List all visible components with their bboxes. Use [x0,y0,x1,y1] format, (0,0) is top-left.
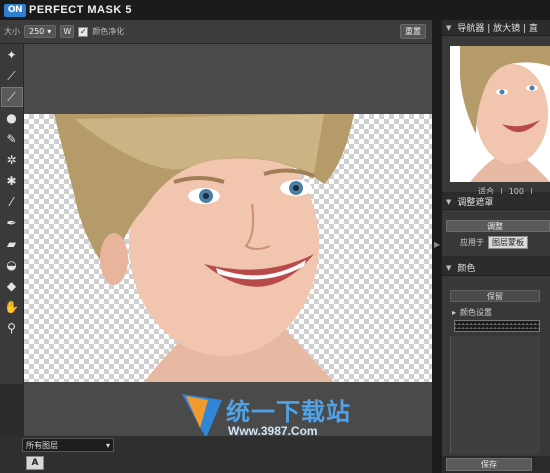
magic-brush-icon: ✦ [6,48,17,62]
eraser-icon: ▰ [6,237,17,251]
apply-to-row: 应用于 图层蒙板 [442,235,550,249]
bucket-tool[interactable]: ✲ [1,150,23,170]
app-title: PERFECT MASK 5 [29,4,132,16]
width-button[interactable]: W [60,25,75,38]
size-label: 大小 [4,27,20,36]
chisel-brush-tool[interactable]: ✎ [1,129,23,149]
color-list-area [450,336,540,454]
apply-to-label: 应用于 [460,237,484,247]
navigator-tabs[interactable]: 导航器 | 放大镜 | 直 [457,21,538,34]
bottom-bar: 所有图层 ▾ A [0,436,432,473]
pen-tool[interactable]: ✒ [1,213,23,233]
image-canvas[interactable] [24,44,432,436]
chevron-down-icon: ▾ [47,27,52,36]
app-logo: ON [4,3,26,17]
color-swatch[interactable] [454,320,540,332]
layer-select-value: 所有图层 [26,440,58,450]
navigator-panel: ▼ 导航器 | 放大镜 | 直 适合 | 100 | [442,20,550,196]
adjust-mask-title: 调整遮罩 [457,198,494,208]
watermark: 统一下载站 Www.3987.Com [180,390,360,442]
blur-tool[interactable]: ◒ [1,255,23,275]
keep-column-header: 保留 [450,290,540,302]
zoom-icon: ⚲ [7,321,16,335]
mask-brush-tool[interactable]: ● [1,108,23,128]
adjust-mask-header[interactable]: ▼ 调整遮罩 [442,194,550,210]
fill-icon: ◆ [6,279,17,293]
watermark-logo [182,394,222,438]
chisel-tool[interactable]: ✱ [1,171,23,191]
keep-brush-tool[interactable]: ⟋ [1,66,23,86]
expand-triangle-icon: ▸ [452,307,457,317]
clean-color-checkbox[interactable]: ✓ [78,26,89,37]
pen-icon: ✒ [6,216,17,230]
color-title: 颜色 [457,264,476,274]
chisel-icon: ✱ [6,174,17,188]
magic-brush-tool[interactable]: ✦ [1,45,23,65]
save-button[interactable]: 保存 [446,458,532,471]
apply-to-select[interactable]: 图层蒙板 [488,235,528,249]
drop-brush-tool[interactable]: ⟋ [0,87,23,107]
watermark-text: 统一下载站 [226,398,351,426]
mask-brush-icon: ● [6,111,17,125]
collapse-arrow-icon[interactable]: ▶ [434,240,440,249]
fill-tool[interactable]: ◆ [1,276,23,296]
adjust-button[interactable]: 调整 [446,220,550,232]
eyedropper-tool[interactable]: ⁄ [1,192,23,212]
brush-icon: ✎ [6,132,17,146]
tool-panel: ✦ ⟋ ⟋ ● ✎ ✲ ✱ ⁄ ✒ ▰ ◒ ◆ ✋ ⚲ [0,44,24,384]
size-input[interactable]: 250 ▾ [24,25,57,38]
save-row: 保存 [442,456,550,473]
collapse-triangle-icon: ▼ [446,263,452,272]
adjust-mask-panel: ▼ 调整遮罩 调整 应用于 图层蒙板 [442,194,550,256]
size-value: 250 [29,27,45,36]
collapse-triangle-icon: ▼ [446,23,452,32]
clean-color-label: 颜色净化 [92,27,125,36]
brush-icon: ⟋ [7,68,16,83]
color-settings-row[interactable]: ▸ 颜色设置 [450,306,540,318]
color-panel: ▼ 颜色 保留 ▸ 颜色设置 [442,260,550,456]
a-button[interactable]: A [26,456,44,470]
bucket-icon: ✲ [6,153,17,167]
drop-icon: ◒ [6,258,17,272]
color-settings-label: 颜色设置 [460,307,493,317]
reset-button[interactable]: 重置 [400,24,426,39]
portrait-photo [54,114,354,382]
eraser-tool[interactable]: ▰ [1,234,23,254]
hand-icon: ✋ [4,300,19,314]
navigator-thumbnail[interactable] [450,46,550,182]
layer-select[interactable]: 所有图层 ▾ [22,438,114,452]
zoom-tool[interactable]: ⚲ [1,318,23,338]
collapse-triangle-icon: ▼ [446,197,452,206]
brush-icon: ⟋ [7,89,16,104]
title-bar: ON PERFECT MASK 5 [0,0,550,20]
options-bar: 大小 250 ▾ W ✓ 颜色净化 重置 [0,20,432,44]
navigator-header[interactable]: ▼ 导航器 | 放大镜 | 直 [442,20,550,36]
color-header[interactable]: ▼ 颜色 [442,260,550,276]
chevron-down-icon: ▾ [105,440,110,450]
hand-tool[interactable]: ✋ [1,297,23,317]
eyedropper-icon: ⁄ [10,195,13,209]
